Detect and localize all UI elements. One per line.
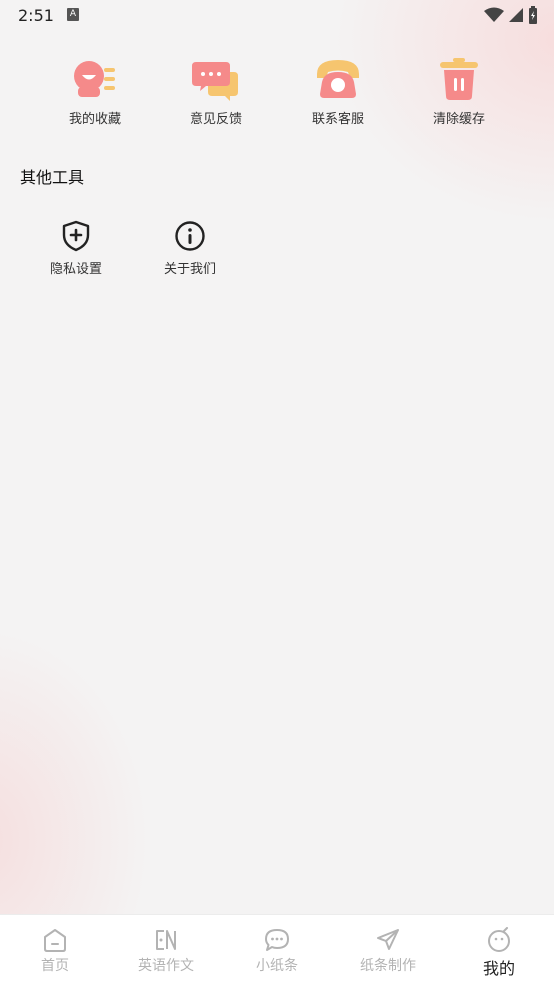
privacy-settings-label: 隐私设置 — [49, 262, 102, 277]
favorites-icon — [74, 61, 115, 97]
about-us-label: 关于我们 — [163, 262, 216, 277]
favorites-button[interactable]: 我的收藏 — [40, 56, 150, 127]
contact-service-button[interactable]: 联系客服 — [283, 56, 393, 127]
home-icon — [44, 929, 66, 952]
other-tools-row: 隐私设置 关于我们 — [0, 220, 554, 290]
section-title: 其他工具 — [20, 168, 85, 187]
info-icon — [175, 221, 205, 251]
notification-icon: A — [67, 8, 79, 21]
tab-english-essay-label: 英语作文 — [138, 958, 194, 974]
tab-mine-label: 我的 — [482, 959, 515, 978]
bottom-tab-bar: 首页 英语作文 小纸条 纸条制作 我的 — [0, 914, 554, 984]
privacy-settings-button[interactable]: 隐私设置 — [26, 220, 126, 277]
tab-notes-label: 小纸条 — [256, 958, 298, 974]
tab-notes[interactable]: 小纸条 — [222, 915, 332, 984]
tab-note-maker-label: 纸条制作 — [360, 958, 416, 974]
wifi-icon — [484, 7, 504, 22]
feedback-icon — [192, 62, 238, 101]
feedback-button[interactable]: 意见反馈 — [161, 56, 271, 127]
en-essay-icon — [156, 930, 176, 950]
status-time: 2:51 — [18, 6, 54, 25]
tab-home[interactable]: 首页 — [0, 915, 110, 984]
chat-bubble-icon — [265, 929, 289, 951]
about-us-button[interactable]: 关于我们 — [140, 220, 240, 277]
favorites-label: 我的收藏 — [68, 112, 121, 127]
tab-note-maker[interactable]: 纸条制作 — [333, 915, 443, 984]
clear-cache-label: 清除缓存 — [432, 112, 485, 127]
clear-cache-button[interactable]: 清除缓存 — [404, 56, 514, 127]
tools-row: 我的收藏 意见反馈 联系客服 清除缓存 — [0, 56, 554, 136]
signal-icon — [509, 8, 523, 22]
battery-icon — [529, 6, 537, 24]
trash-icon — [440, 58, 478, 100]
status-icons — [484, 6, 538, 24]
tab-english-essay[interactable]: 英语作文 — [111, 915, 221, 984]
tab-home-label: 首页 — [41, 958, 69, 974]
status-bar: 2:51 A — [0, 0, 554, 30]
phone-icon — [317, 60, 359, 98]
page-background — [0, 0, 554, 984]
tab-mine[interactable]: 我的 — [444, 915, 554, 984]
shield-plus-icon — [62, 220, 90, 252]
contact-service-label: 联系客服 — [311, 112, 364, 127]
feedback-label: 意见反馈 — [189, 112, 242, 127]
paper-plane-icon — [377, 929, 399, 950]
profile-face-icon — [488, 927, 510, 952]
